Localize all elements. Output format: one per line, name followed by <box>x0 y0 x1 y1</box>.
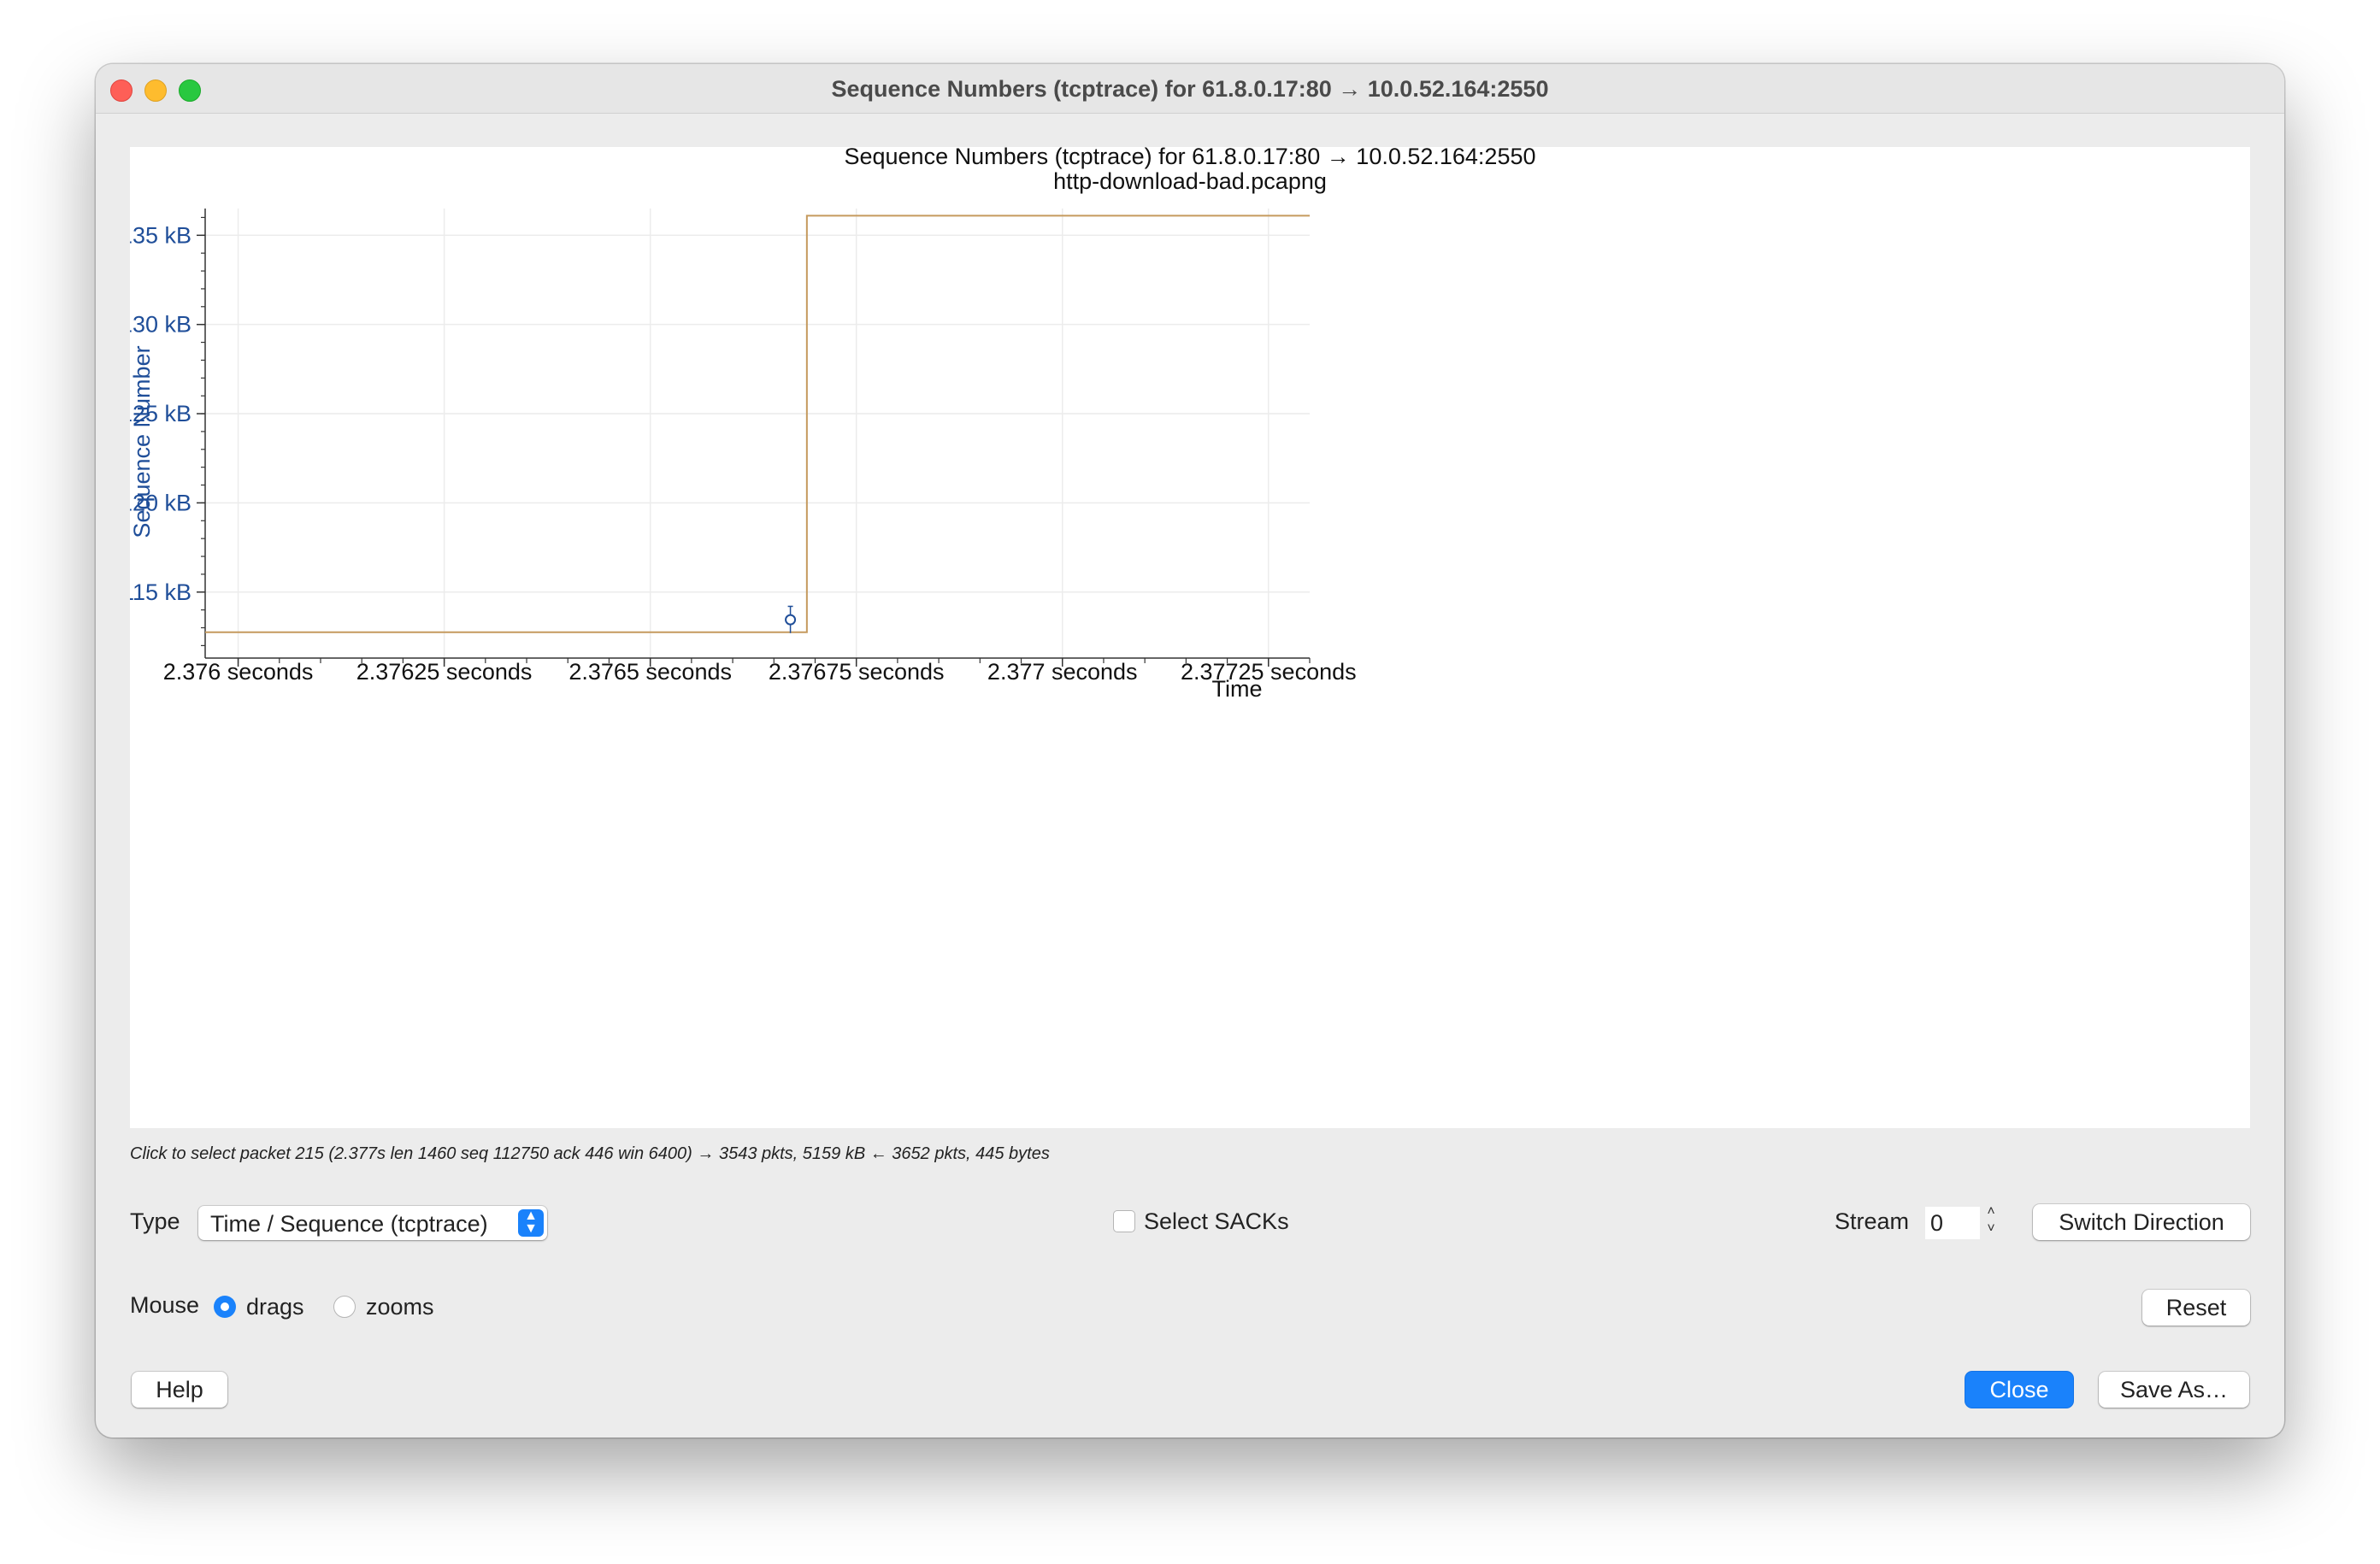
x-tick-label: 2.376 seconds <box>163 659 314 685</box>
x-tick-label: 2.37625 seconds <box>356 659 533 685</box>
chevron-updown-icon: ▲ ▼ <box>518 1209 544 1237</box>
help-button[interactable]: Help <box>132 1372 227 1408</box>
x-tick-label: 2.37675 seconds <box>769 659 945 685</box>
select-sacks-label: Select SACKs <box>1144 1208 1289 1234</box>
chart-title: Sequence Numbers (tcptrace) for 61.8.0.1… <box>844 147 1535 169</box>
zooms-label: zooms <box>366 1294 434 1320</box>
stream-stepper-icon[interactable]: ˄ ˅ <box>1982 1203 2000 1241</box>
graph-window: Sequence Numbers (tcptrace) for 61.8.0.1… <box>96 64 2284 1438</box>
stream-label: Stream <box>1835 1208 1910 1234</box>
type-label: Type <box>130 1208 180 1234</box>
x-tick-label: 2.3765 seconds <box>568 659 732 685</box>
stream-input[interactable]: 0 <box>1925 1207 1980 1239</box>
graph-type-value: Time / Sequence (tcptrace) <box>210 1211 488 1237</box>
x-axis-label: Time <box>1212 676 1263 702</box>
mouse-label: Mouse <box>130 1292 200 1318</box>
x-tick-label: 2.37725 seconds <box>1181 659 1357 685</box>
reset-button[interactable]: Reset <box>2142 1290 2250 1326</box>
plot-area[interactable]: Sequence Numbers (tcptrace) for 61.8.0.1… <box>130 147 2250 1128</box>
sequence-chart[interactable]: Sequence Numbers (tcptrace) for 61.8.0.1… <box>130 147 2250 1128</box>
save-as-button[interactable]: Save As… <box>2099 1372 2249 1408</box>
packet-marker <box>785 614 797 626</box>
select-sacks-checkbox[interactable] <box>1113 1210 1135 1232</box>
y-tick-label: 115 kB <box>130 579 191 605</box>
y-axis-label: Sequence Number <box>130 345 155 538</box>
switch-direction-button[interactable]: Switch Direction <box>2033 1204 2250 1240</box>
drags-label: drags <box>246 1294 304 1320</box>
window-title: Sequence Numbers (tcptrace) for 61.8.0.1… <box>831 76 1549 102</box>
chart-subtitle: http-download-bad.pcapng <box>1053 168 1327 194</box>
drags-radio[interactable] <box>214 1296 236 1318</box>
graph-type-select[interactable]: Time / Sequence (tcptrace) ▲ ▼ <box>198 1206 547 1240</box>
status-hint: Click to select packet 215 (2.377s len 1… <box>130 1144 1050 1163</box>
zooms-radio[interactable] <box>333 1296 356 1318</box>
x-tick-label: 2.377 seconds <box>987 659 1138 685</box>
sequence-step-line <box>205 215 1310 633</box>
close-button[interactable]: Close <box>1965 1372 2073 1408</box>
y-tick-label: 135 kB <box>130 222 191 248</box>
title-bar[interactable]: Sequence Numbers (tcptrace) for 61.8.0.1… <box>96 64 2284 114</box>
y-tick-label: 130 kB <box>130 312 191 338</box>
